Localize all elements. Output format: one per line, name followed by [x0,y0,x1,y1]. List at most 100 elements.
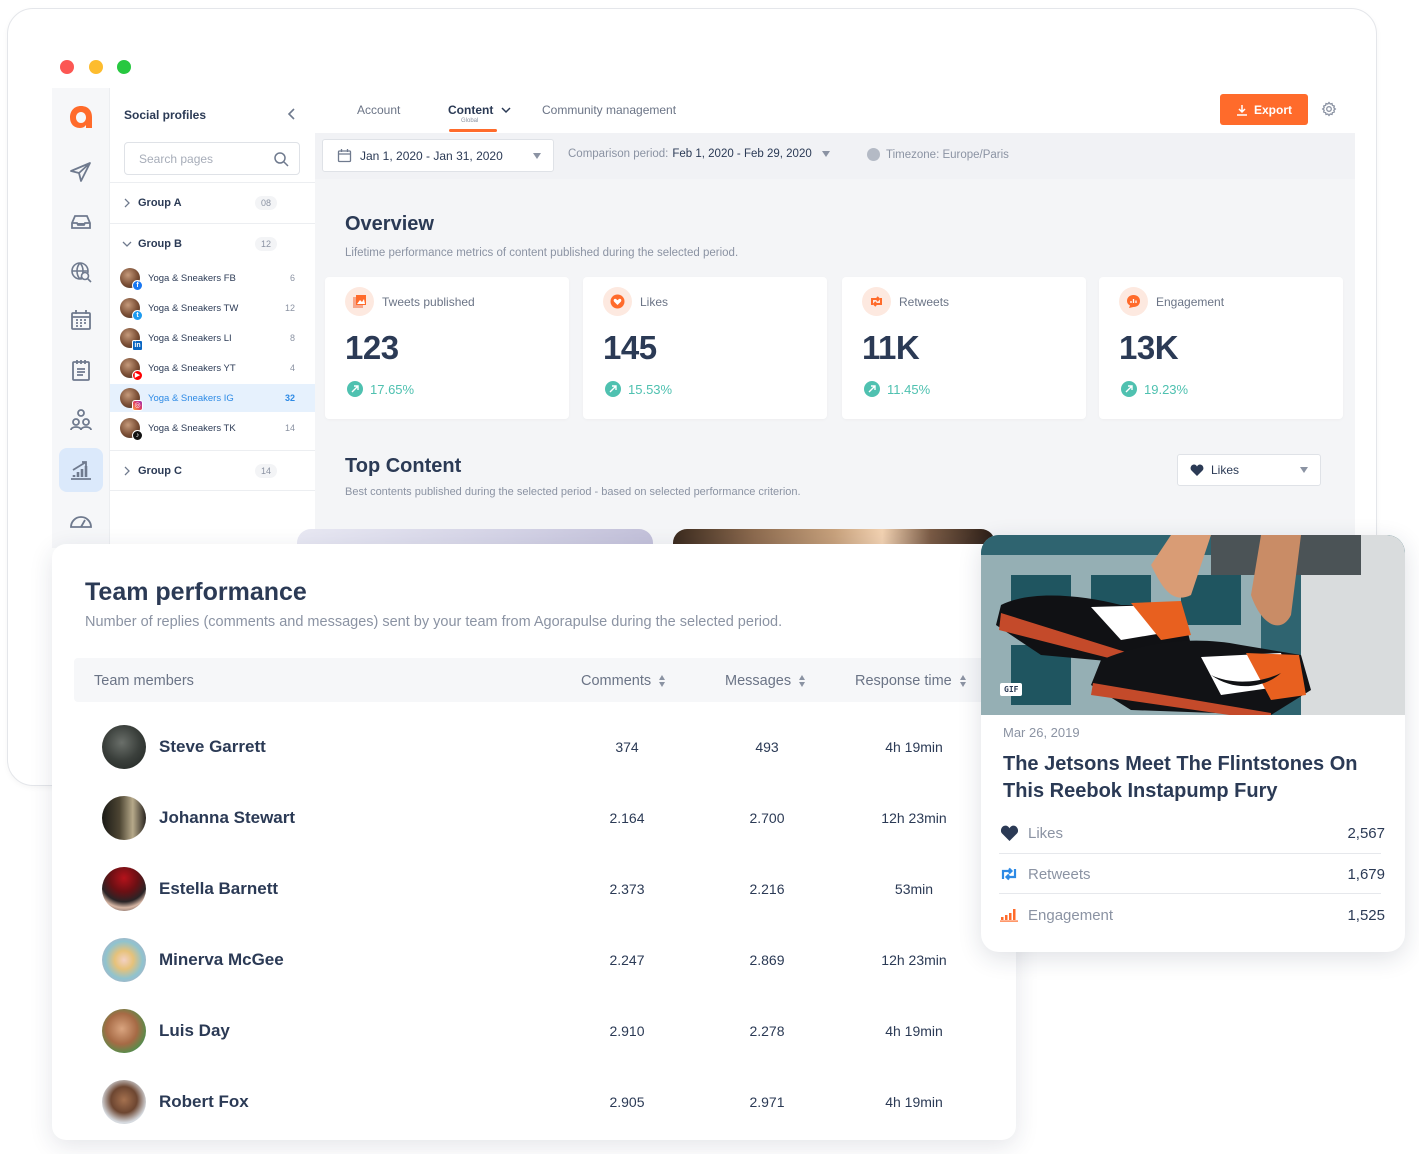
export-button[interactable]: Export [1220,94,1308,125]
profile-item-linkedin[interactable]: in Yoga & Sneakers LI 8 [110,324,315,352]
rail-item-reports[interactable] [59,448,103,492]
rail-item-publish[interactable] [59,150,103,194]
kpi-label: Likes [640,295,669,309]
heart-icon [1000,825,1018,841]
rail-item-calendar[interactable] [59,298,103,342]
metric-icon-wrap [999,865,1019,883]
timezone-label: Timezone: Europe/Paris [886,148,1009,161]
rail-item-team[interactable] [59,398,103,442]
image-gallery-icon [353,295,366,308]
rail-item-listening[interactable] [59,250,103,294]
metric-value: 1,679 [1347,865,1385,883]
post-title[interactable]: The Jetsons Meet The Flintstones On This… [1003,751,1393,805]
profile-avatar: in [120,328,143,351]
profile-avatar: ▶ [120,358,143,381]
twitter-icon: t [132,310,143,321]
globe-search-icon [71,262,92,283]
column-header-messages[interactable]: Messages [725,673,806,689]
date-range-picker[interactable]: Jan 1, 2020 - Jan 31, 2020 [322,139,554,172]
heart-icon [1190,464,1204,476]
caret-down-icon [821,151,830,157]
profile-item-facebook[interactable]: f Yoga & Sneakers FB 6 [110,264,315,292]
metric-label: Retweets [1028,865,1091,883]
caret-down-icon [533,152,541,159]
tab-community-management[interactable]: Community management [542,103,676,117]
sort-icon [659,675,666,687]
metric-label: Engagement [1028,906,1114,924]
profile-item-youtube[interactable]: ▶ Yoga & Sneakers YT 4 [110,354,315,382]
trend-up-icon [605,381,621,397]
search-icon[interactable] [273,151,289,167]
column-header-response-time[interactable]: Response time [855,673,966,689]
metric-value: 2,567 [1347,824,1385,842]
chevron-down-icon [122,241,132,247]
table-row[interactable]: Luis Day 2.910 2.278 4h 19min [74,996,994,1067]
group-count: 12 [254,237,277,251]
avatar [102,1009,146,1053]
gear-icon[interactable] [1321,101,1337,117]
profile-count: 4 [289,363,295,373]
member-name: Johanna Stewart [159,808,296,827]
notepad-icon [72,360,90,381]
rail-item-dashboard[interactable] [59,500,103,544]
icon-rail [52,88,110,548]
kpi-value: 11K [862,329,920,366]
overview-subtitle: Lifetime performance metrics of content … [345,247,739,259]
tab-account[interactable]: Account [357,103,400,117]
avatar [102,938,146,982]
tab-sublabel: Global [461,118,479,124]
kpi-card-engagement: Engagement 13K 19.23% [1099,277,1343,419]
tiktok-icon: ♪ [132,430,143,441]
divider [110,450,315,451]
kpi-value: 13K [1119,329,1179,366]
rail-item-inbox[interactable] [59,200,103,244]
post-metric-likes: Likes 2,567 [999,813,1385,853]
table-row[interactable]: Robert Fox 2.905 2.971 4h 19min [74,1067,994,1138]
table-row[interactable]: Estella Barnett 2.373 2.216 53min [74,854,994,925]
messages-value: 493 [755,739,779,755]
kpi-trend: 19.23% [1121,381,1188,397]
member-name: Steve Garrett [159,737,266,756]
gif-badge: GIF [1000,683,1023,696]
search-pages-field[interactable] [124,142,300,175]
chevron-left-icon[interactable] [284,106,300,122]
kpi-trend: 15.53% [605,381,672,397]
top-post-card[interactable]: GIF Mar 26, 2019 The Jetsons Meet The Fl… [981,535,1405,952]
group-a[interactable]: Group A 08 [110,192,315,214]
kpi-icon-wrap [345,287,374,316]
trend-up-icon [864,381,880,397]
criterion-select[interactable]: Likes [1177,454,1321,486]
tab-content[interactable]: Content Global [448,103,511,124]
messages-value: 2.869 [749,952,785,968]
post-metric-retweets: Retweets 1,679 [999,854,1385,894]
clock-icon [867,148,880,161]
profile-item-instagram[interactable]: ◎ Yoga & Sneakers IG 32 [110,384,315,412]
profile-item-tiktok[interactable]: ♪ Yoga & Sneakers TK 14 [110,414,315,442]
rail-item-planner[interactable] [59,348,103,392]
window-minimize-button[interactable] [89,60,103,74]
profile-name: Yoga & Sneakers LI [148,332,232,344]
report-tabs-bar: Account Content Global Community managem… [315,88,1355,133]
download-icon [1236,104,1247,116]
group-b[interactable]: Group B 12 [110,233,315,255]
avatar [102,725,146,769]
table-row[interactable]: Steve Garrett 374 493 4h 19min [74,712,994,783]
table-row[interactable]: Minerva McGee 2.247 2.869 12h 23min [74,925,994,996]
response-time-value: 12h 23min [881,810,947,826]
profile-count: 8 [289,333,295,343]
linkedin-icon: in [132,340,143,351]
avatar [102,796,146,840]
post-metric-engagement: Engagement 1,525 [999,895,1385,935]
window-maximize-button[interactable] [117,60,131,74]
search-pages-input[interactable] [139,151,273,166]
agorapulse-logo-icon[interactable] [66,102,96,132]
profile-item-twitter[interactable]: t Yoga & Sneakers TW 12 [110,294,315,322]
column-header-comments[interactable]: Comments [581,673,666,689]
table-row[interactable]: Johanna Stewart 2.164 2.700 12h 23min [74,783,994,854]
comparison-period-select[interactable]: Comparison period: Feb 1, 2020 - Feb 29,… [568,148,830,160]
response-time-value: 12h 23min [881,952,947,968]
youtube-icon: ▶ [132,370,143,381]
comments-value: 2.164 [609,810,645,826]
group-c[interactable]: Group C 14 [110,460,315,482]
window-close-button[interactable] [60,60,74,74]
